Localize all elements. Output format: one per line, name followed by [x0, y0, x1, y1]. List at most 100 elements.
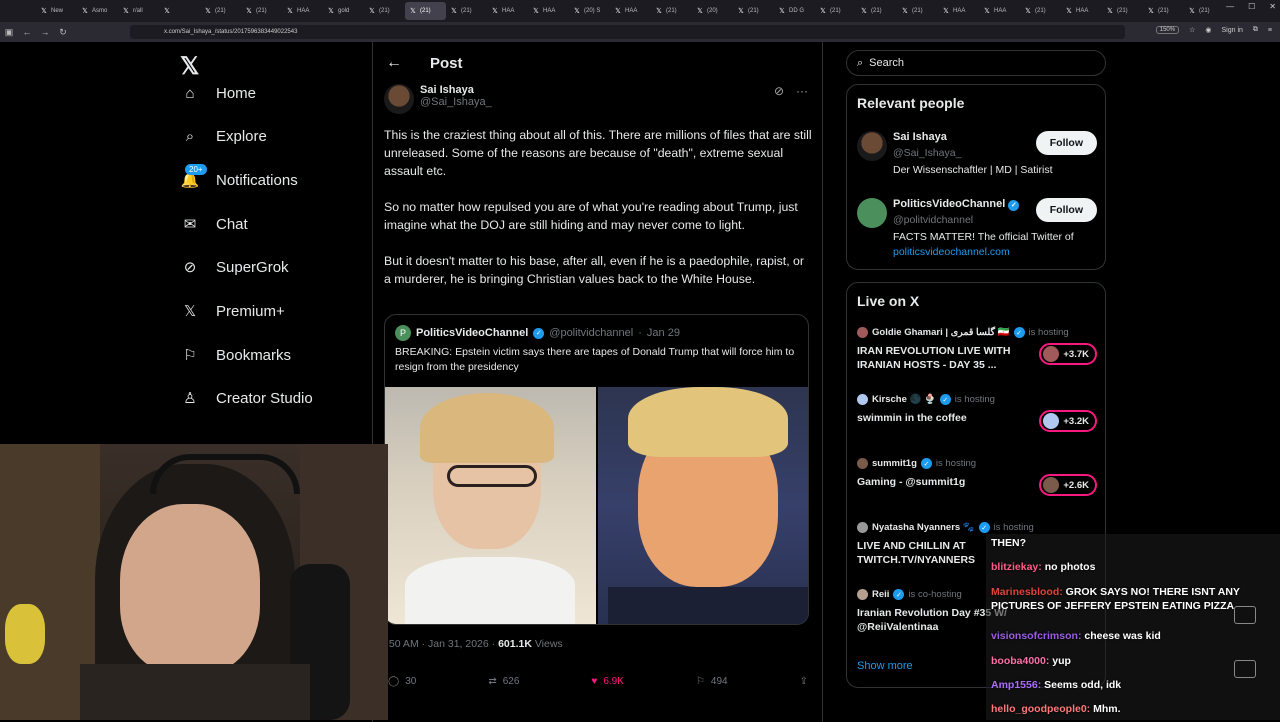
- tab-favicon-icon: 𝕏: [1025, 8, 1031, 15]
- person-name[interactable]: PoliticsVideoChannel ✓: [893, 198, 1020, 211]
- post-author[interactable]: Sai Ishaya @Sai_Ishaya_: [384, 84, 492, 114]
- browser-tab[interactable]: 𝕏 (21): [1184, 2, 1225, 20]
- star-icon[interactable]: ☆: [1189, 26, 1195, 34]
- sign-in-label[interactable]: Sign in: [1222, 27, 1243, 34]
- nav-item-supergrok[interactable]: ⊘ SuperGrok: [180, 252, 289, 282]
- sidebar-toggle-icon[interactable]: ▣: [0, 27, 18, 38]
- person-handle[interactable]: @Sai_Ishaya_: [893, 147, 961, 159]
- nav-item-explore[interactable]: ⌕ Explore: [180, 121, 267, 151]
- browser-tab[interactable]: 𝕏gold: [323, 2, 364, 20]
- browser-tab[interactable]: 𝕏 (21): [364, 2, 405, 20]
- search-input[interactable]: ⌕ Search: [846, 50, 1106, 76]
- show-more-link[interactable]: Show more: [857, 660, 913, 672]
- browser-tab[interactable]: 𝕏 (21): [733, 2, 774, 20]
- browser-tab[interactable]: 𝕏 (21): [1102, 2, 1143, 20]
- bookmark-button[interactable]: ⚐ 494: [696, 676, 728, 687]
- live-listener-count[interactable]: +3.7K: [1039, 343, 1097, 365]
- browser-tab[interactable]: 𝕏 HAA: [938, 2, 979, 20]
- quoted-post[interactable]: P PoliticsVideoChannel ✓ @politvidchanne…: [384, 314, 809, 625]
- zoom-level[interactable]: 150%: [1155, 26, 1180, 34]
- live-item[interactable]: Kirsche 🌑 🍨 ✓ is hosting swimmin in the cof…: [857, 394, 1097, 432]
- browser-tab[interactable]: 𝕏 Asmo: [77, 2, 118, 20]
- browser-tab[interactable]: 𝕏 (20): [692, 2, 733, 20]
- repost-button[interactable]: ⇄ 626: [488, 676, 519, 687]
- back-icon[interactable]: ←: [18, 27, 36, 37]
- browser-tab[interactable]: 𝕏 (21): [200, 2, 241, 20]
- live-status: is hosting: [954, 394, 995, 405]
- shirt-shape: [80, 664, 310, 720]
- quote-image-woman[interactable]: [385, 387, 596, 624]
- browser-tab[interactable]: 𝕏 (21): [897, 2, 938, 20]
- reply-button[interactable]: ◯ 30: [388, 676, 416, 687]
- follow-button[interactable]: Follow: [1035, 131, 1097, 155]
- x-logo-icon[interactable]: 𝕏: [180, 52, 199, 81]
- tab-label: (21): [1158, 8, 1169, 14]
- browser-tab[interactable]: 𝕏: [159, 2, 200, 20]
- browser-tab[interactable]: 𝕏 (21): [405, 2, 446, 20]
- browser-tab[interactable]: 𝕏 New: [36, 2, 77, 20]
- address-bar[interactable]: x.com/Sai_Ishaya_/status/201759638344902…: [130, 25, 1125, 39]
- account-icon[interactable]: ◉: [1205, 26, 1211, 34]
- follow-button[interactable]: Follow: [1035, 198, 1097, 222]
- menu-icon[interactable]: ≡: [1268, 27, 1272, 34]
- avatar[interactable]: [857, 131, 887, 161]
- browser-tab[interactable]: 𝕏 (20) S: [569, 2, 610, 20]
- browser-tab[interactable]: 𝕏 HAA: [528, 2, 569, 20]
- webcam-overlay: [0, 444, 388, 720]
- browser-tab[interactable]: 𝕏 (21): [1020, 2, 1061, 20]
- live-item[interactable]: summit1g ✓ is hosting Gaming - @summit1g +2.…: [857, 458, 1097, 496]
- repost-icon: ⇄: [488, 676, 497, 687]
- live-listener-count[interactable]: +2.6K: [1039, 474, 1097, 496]
- browser-tab[interactable]: 𝕏 (21): [815, 2, 856, 20]
- reload-icon[interactable]: ↻: [54, 27, 72, 38]
- person-handle[interactable]: @politvidchannel: [893, 214, 973, 226]
- post-column: ← Post Sai Ishaya @Sai_Ishaya_ ⊘ ··· Thi…: [372, 42, 822, 720]
- more-icon[interactable]: ···: [796, 84, 808, 98]
- browser-tab[interactable]: 𝕏 HAA: [610, 2, 651, 20]
- close-icon[interactable]: ✕: [1269, 2, 1276, 11]
- chat-username: booba4000:: [991, 655, 1050, 667]
- browser-tab[interactable]: 𝕏 DD G: [774, 2, 815, 20]
- extensions-icon[interactable]: ⧉: [1253, 26, 1258, 34]
- nav-item-home[interactable]: ⌂ Home: [180, 78, 256, 108]
- browser-tab[interactable]: 𝕏 (21): [1143, 2, 1184, 20]
- person-name[interactable]: Sai Ishaya: [893, 131, 947, 143]
- browser-tab[interactable]: 𝕏 (21): [856, 2, 897, 20]
- avatar[interactable]: [857, 198, 887, 228]
- like-button[interactable]: ♥ 6.9K: [591, 676, 624, 687]
- tab-favicon-icon: 𝕏: [369, 8, 375, 15]
- browser-tab[interactable]: 𝕏 (21): [446, 2, 487, 20]
- browser-tab[interactable]: 𝕏 HAA: [1061, 2, 1102, 20]
- verified-badge-icon: ✓: [533, 327, 545, 339]
- browser-tab[interactable]: 𝕏 HAA: [487, 2, 528, 20]
- avatar[interactable]: [384, 84, 414, 114]
- back-arrow-icon[interactable]: ←: [386, 54, 402, 72]
- browser-tab[interactable]: 𝕏 HAA: [979, 2, 1020, 20]
- browser-tab[interactable]: 𝕏 HAA: [282, 2, 323, 20]
- person-link[interactable]: politicsvideochannel.com: [893, 246, 1010, 258]
- author-handle[interactable]: @Sai_Ishaya_: [420, 96, 492, 108]
- nav-item-notifications[interactable]: 🔔 20+ Notifications: [180, 164, 298, 195]
- browser-tab[interactable]: 𝕏 (21): [241, 2, 282, 20]
- share-button[interactable]: ⇪: [800, 676, 808, 687]
- browser-tab[interactable]: 𝕏 (21): [651, 2, 692, 20]
- browser-tab[interactable]: 𝕏r/all: [118, 2, 159, 20]
- live-listener-count[interactable]: +3.2K: [1039, 410, 1097, 432]
- author-name[interactable]: Sai Ishaya: [420, 84, 492, 96]
- tab-favicon-icon: 𝕏: [615, 8, 621, 15]
- maximize-icon[interactable]: ☐: [1248, 2, 1255, 11]
- nav-item-chat[interactable]: ✉ Chat: [180, 209, 248, 239]
- grok-icon[interactable]: ⊘: [774, 84, 784, 98]
- live-item[interactable]: Goldie Ghamari | گلسا قمری 🇮🇷 ✓ is hosting…: [857, 327, 1097, 372]
- face-shape: [120, 504, 260, 674]
- nav-item-bookmarks[interactable]: ⚐ Bookmarks: [180, 340, 291, 370]
- post-timestamp[interactable]: :50 AM · Jan 31, 2026 ·: [386, 638, 498, 650]
- nav-item-creator-studio[interactable]: ♙ Creator Studio: [180, 383, 312, 413]
- forward-icon[interactable]: →: [36, 27, 54, 37]
- minimize-icon[interactable]: —: [1226, 2, 1234, 11]
- chat-username: hello_goodpeople0:: [991, 703, 1091, 715]
- nav-item-premium[interactable]: 𝕏 Premium+: [180, 296, 285, 326]
- verified-badge-icon: ✓: [893, 589, 905, 600]
- reply-count: 30: [405, 676, 417, 687]
- quote-image-man[interactable]: [598, 387, 808, 624]
